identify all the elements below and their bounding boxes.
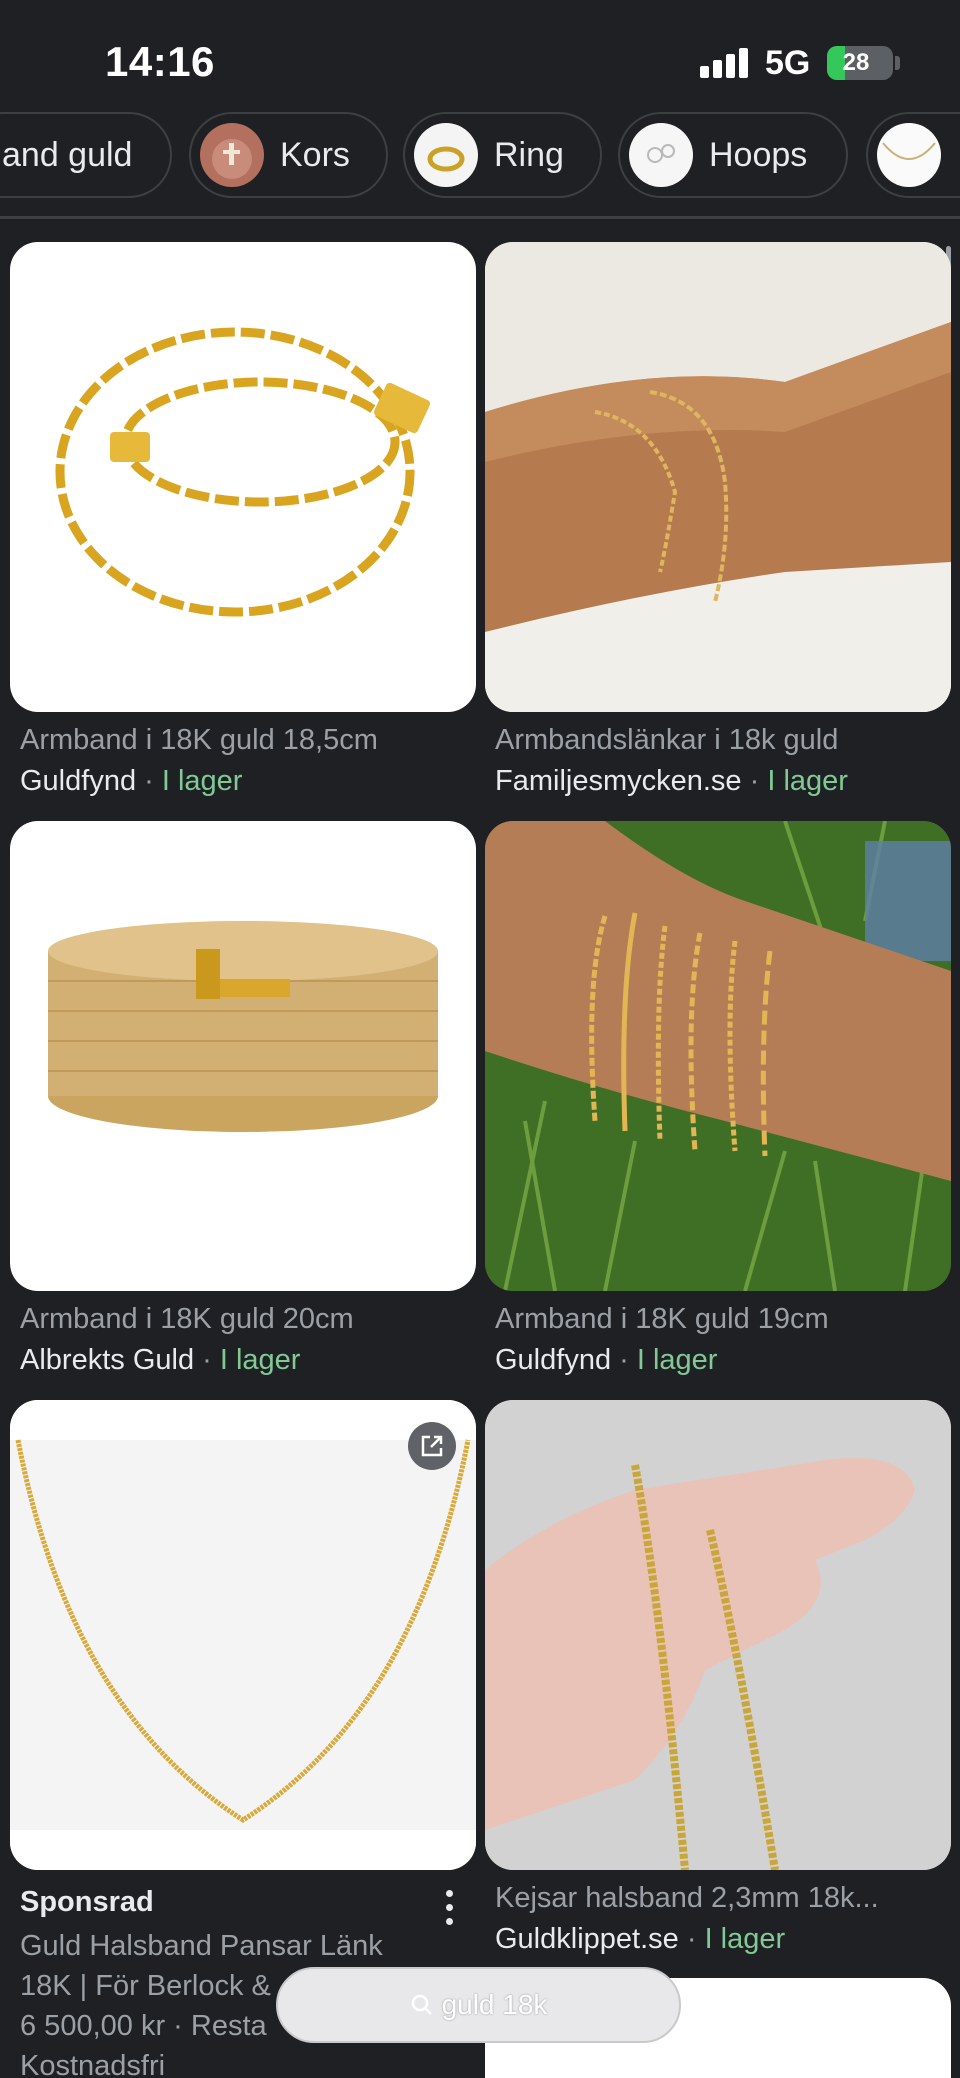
ad-title-line-1[interactable]: Guld Halsband Pansar Länk [20,1930,383,1963]
status-bar: 14:16 5G 28 [0,0,960,110]
chip-label: Hoops [709,135,808,174]
result-source: Guldfynd · I lager [20,765,242,798]
filter-chips: and guld Kors Ring Hoops [0,112,960,198]
product-image[interactable] [10,1400,476,1870]
search-query: guld 18k [441,1989,548,2020]
result-source: Familjesmycken.se · I lager [495,765,848,798]
status-time: 14:16 [105,38,215,85]
result-title[interactable]: Armband i 18K guld 19cm [495,1303,951,1336]
search-icon [411,1994,432,2015]
stock-status: I lager [219,1344,301,1376]
chip-armband-guld[interactable]: and guld [0,112,172,198]
network-type: 5G [765,44,811,82]
chip-label: Ring [494,135,564,174]
chip-halsband[interactable] [866,112,960,198]
chip-hoops[interactable]: Hoops [618,112,848,198]
separator: · [194,1344,220,1376]
stock-status: I lager [161,765,243,797]
result-title[interactable]: Armband i 18K guld 20cm [20,1303,476,1336]
product-image[interactable] [10,821,476,1291]
result-title[interactable]: Kejsar halsband 2,3mm 18k... [495,1882,951,1915]
result-source: Guldfynd · I lager [495,1344,717,1377]
stock-status: I lager [767,765,848,797]
separator: · [678,1923,705,1955]
separator: · [611,1344,637,1376]
result-source: Albrekts Guld · I lager [20,1344,300,1377]
store-name: Albrekts Guld [20,1344,195,1376]
product-image[interactable] [10,242,476,712]
chip-kors[interactable]: Kors [189,112,388,198]
sponsored-label: Sponsrad [20,1886,154,1918]
store-name: Guldfynd [495,1344,612,1376]
separator: · [136,765,162,797]
hoops-thumbnail [629,123,693,187]
product-image[interactable] [485,242,951,712]
ring-thumbnail [414,123,478,187]
kors-thumbnail [200,123,264,187]
chips-divider [0,216,960,219]
chip-label: Kors [280,135,350,174]
stock-status: I lager [704,1923,786,1955]
ad-title-line-2[interactable]: 18K | För Berlock & [20,1970,271,2003]
store-name: Familjesmycken.se [495,765,742,797]
separator: · [741,765,768,797]
result-source: Guldklippet.se · I lager [495,1923,785,1956]
ad-shipping: Kostnadsfri [20,2050,166,2078]
cellular-signal-icon [700,48,752,78]
stock-status: I lager [636,1344,718,1376]
store-name: Guldklippet.se [495,1923,679,1955]
necklace-thumbnail [877,123,941,187]
store-name: Guldfynd [20,765,137,797]
battery-cap [895,56,900,70]
product-image[interactable] [485,821,951,1291]
product-image[interactable] [485,1400,951,1870]
chip-ring[interactable]: Ring [403,112,602,198]
chip-label: and guld [2,135,133,174]
more-options-icon[interactable] [440,1888,460,1928]
battery-percent: 28 [842,49,870,76]
battery-icon: 28 [827,46,893,80]
result-title[interactable]: Armband i 18K guld 18,5cm [20,724,476,757]
search-pill[interactable]: guld 18k [276,1967,681,2043]
ad-price: 6 500,00 kr · Resta [20,2010,267,2042]
open-external-icon[interactable] [408,1422,456,1470]
result-title[interactable]: Armbandslänkar i 18k guld [495,724,951,757]
